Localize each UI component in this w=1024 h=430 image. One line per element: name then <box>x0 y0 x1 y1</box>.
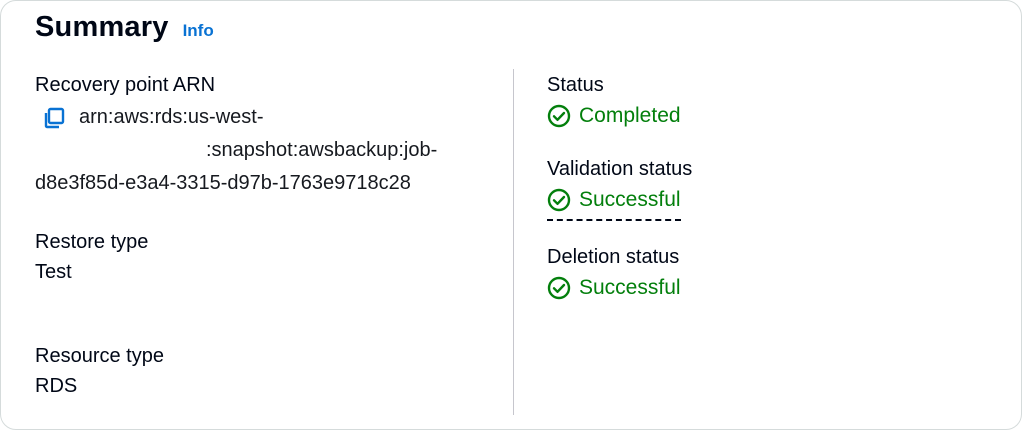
right-column: Status Completed Validation status Succe… <box>547 71 987 305</box>
info-link[interactable]: Info <box>183 21 214 41</box>
column-divider <box>513 69 514 415</box>
arn-text-line-3: d8e3f85d-e3a4-3315-d97b-1763e9718c28 <box>35 172 411 194</box>
summary-panel: Summary Info Recovery point ARN arn:aws:… <box>0 0 1022 430</box>
copy-icon[interactable] <box>41 105 67 131</box>
arn-text-line-1: arn:aws:rds:us-west- <box>79 106 264 128</box>
validation-status-label: Validation status <box>547 158 693 180</box>
resource-type-field: Resource type RDS <box>35 342 505 402</box>
validation-status-value: Successful <box>579 188 681 211</box>
arn-line-1: arn:aws:rds:us-west- <box>35 101 505 134</box>
validation-status-field: Validation status Successful <box>547 155 987 221</box>
check-circle-icon <box>547 104 571 128</box>
check-circle-icon <box>547 276 571 300</box>
check-circle-icon <box>547 188 571 212</box>
deletion-status-field: Deletion status Successful <box>547 243 987 305</box>
resource-type-label: Resource type <box>35 345 164 367</box>
status-value-row: Completed <box>547 99 987 133</box>
restore-type-field: Restore type Test <box>35 228 505 320</box>
status-value: Completed <box>579 104 681 127</box>
status-field: Status Completed <box>547 71 987 133</box>
status-label: Status <box>547 74 604 96</box>
panel-header: Summary Info <box>35 11 214 44</box>
recovery-point-arn: arn:aws:rds:us-west- :snapshot:awsbackup… <box>35 101 505 200</box>
validation-status-popover-trigger[interactable]: Successful <box>547 183 681 221</box>
panel-title: Summary <box>35 11 169 43</box>
restore-type-value: Test <box>35 261 72 283</box>
resource-type-value: RDS <box>35 375 78 397</box>
recovery-point-field: Recovery point ARN arn:aws:rds:us-west- … <box>35 71 505 206</box>
deletion-status-value-row: Successful <box>547 271 987 305</box>
deletion-status-label: Deletion status <box>547 246 680 268</box>
deletion-status-value: Successful <box>579 276 681 299</box>
restore-type-label: Restore type <box>35 231 149 253</box>
validation-status-value-row: Successful <box>547 183 987 221</box>
left-column: Recovery point ARN arn:aws:rds:us-west- … <box>35 71 505 402</box>
recovery-point-label: Recovery point ARN <box>35 74 216 96</box>
arn-text-line-2: :snapshot:awsbackup:job- <box>206 139 438 161</box>
